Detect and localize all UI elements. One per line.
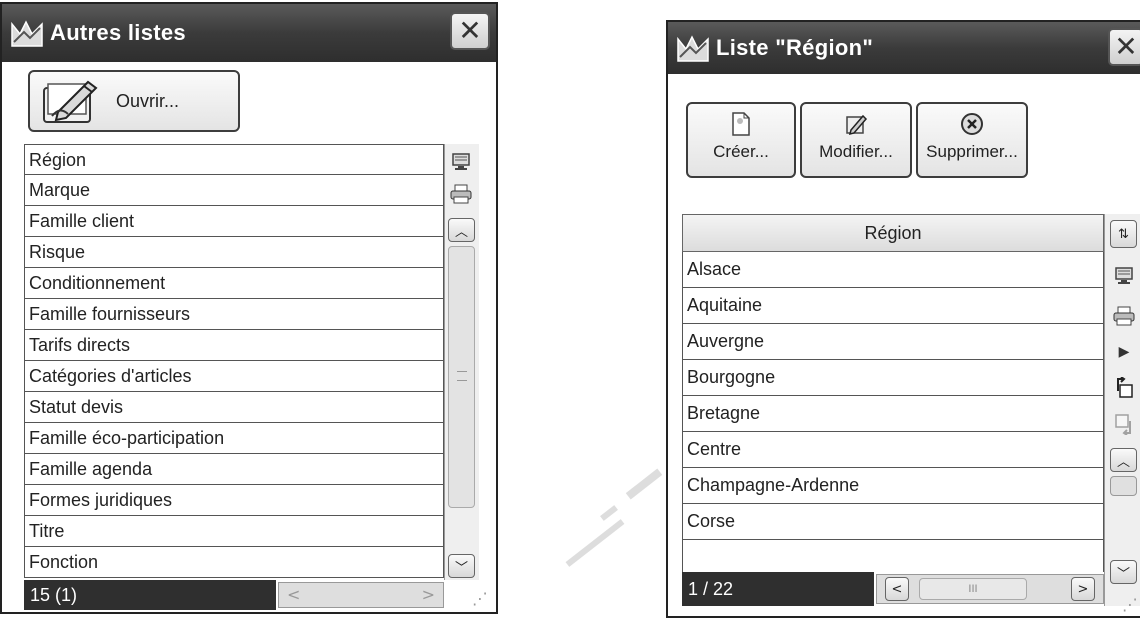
column-header-label: Région: [864, 223, 922, 243]
resize-grip[interactable]: ⋰: [472, 589, 488, 608]
list-item[interactable]: Famille agenda: [24, 454, 444, 485]
chevron-right-icon[interactable]: >: [1071, 577, 1095, 601]
lists-table: Région Marque Famille client Risque Cond…: [24, 144, 444, 578]
list-item[interactable]: Famille client: [24, 206, 444, 237]
scroll-up-button[interactable]: ︿: [448, 218, 475, 242]
sort-columns-icon[interactable]: ⇅: [1110, 220, 1137, 248]
export-icon[interactable]: [1112, 376, 1136, 400]
list-item[interactable]: Marque: [24, 175, 444, 206]
open-button[interactable]: Ouvrir...: [28, 70, 240, 132]
create-button[interactable]: Créer...: [686, 102, 796, 178]
list-item[interactable]: Statut devis: [24, 392, 444, 423]
list-item[interactable]: Conditionnement: [24, 268, 444, 299]
close-icon: ✕: [458, 14, 482, 47]
app-logo-icon: [676, 33, 710, 63]
chevron-up-icon: ︿: [454, 224, 468, 240]
chevron-down-icon: ﹀: [454, 560, 468, 576]
printer-icon[interactable]: [449, 182, 473, 206]
list-item[interactable]: Famille éco-participation: [24, 423, 444, 454]
close-icon: ✕: [1114, 30, 1138, 63]
title-bar[interactable]: Autres listes ✕: [2, 4, 496, 62]
resize-grip[interactable]: ⋰: [1122, 595, 1138, 614]
list-item[interactable]: Fonction: [24, 547, 444, 578]
title-bar[interactable]: Liste "Région" ✕: [668, 22, 1140, 74]
scroll-track[interactable]: [448, 246, 475, 508]
close-button[interactable]: ✕: [450, 12, 490, 50]
watermark-stroke: [565, 519, 625, 567]
list-item[interactable]: Région: [24, 144, 444, 175]
scroll-thumb[interactable]: III: [919, 578, 1027, 600]
table-row[interactable]: Bourgogne: [682, 360, 1104, 396]
scroll-down-button[interactable]: ﹀: [448, 554, 475, 578]
delete-circle-icon: [960, 112, 984, 136]
table-row[interactable]: Centre: [682, 432, 1104, 468]
horizontal-scrollbar[interactable]: < III >: [876, 574, 1104, 604]
scroll-grip-label: III: [968, 583, 978, 595]
list-item[interactable]: Risque: [24, 237, 444, 268]
side-toolbar: ︿ ﹀: [444, 144, 479, 580]
table-row[interactable]: Aquitaine: [682, 288, 1104, 324]
liste-region-window: Liste "Région" ✕ Créer... Modifier... Su…: [666, 20, 1140, 618]
scroll-grip-lines: [457, 371, 467, 381]
list-item[interactable]: Famille fournisseurs: [24, 299, 444, 330]
region-table: Alsace Aquitaine Auvergne Bourgogne Bret…: [682, 252, 1104, 572]
list-item[interactable]: Formes juridiques: [24, 485, 444, 516]
horizontal-scrollbar[interactable]: < >: [278, 582, 444, 608]
delete-button[interactable]: Supprimer...: [916, 102, 1028, 178]
app-logo-icon: [10, 18, 44, 48]
modify-button-label: Modifier...: [819, 142, 893, 161]
scroll-thumb[interactable]: [1110, 476, 1137, 496]
create-button-label: Créer...: [713, 142, 769, 161]
chevron-left-icon[interactable]: <: [885, 577, 909, 601]
window-title: Autres listes: [50, 20, 186, 45]
close-button[interactable]: ✕: [1108, 28, 1140, 66]
status-count: 1 / 22: [682, 572, 874, 606]
edit-document-icon: [844, 112, 868, 136]
table-row[interactable]: Auvergne: [682, 324, 1104, 360]
chevron-down-icon: ﹀: [1116, 566, 1130, 582]
new-document-icon: [730, 112, 752, 136]
table-row[interactable]: Bretagne: [682, 396, 1104, 432]
table-row[interactable]: Alsace: [682, 252, 1104, 288]
list-item[interactable]: Tarifs directs: [24, 330, 444, 361]
watermark-stroke: [625, 468, 663, 500]
triangle-right-icon[interactable]: ▶: [1112, 340, 1136, 364]
scroll-down-button[interactable]: ﹀: [1110, 560, 1137, 584]
column-header[interactable]: Région: [682, 214, 1104, 252]
table-row[interactable]: Champagne-Ardenne: [682, 468, 1104, 504]
scroll-up-button[interactable]: ︿: [1110, 448, 1137, 472]
window-title: Liste "Région": [716, 35, 874, 60]
autres-listes-window: Autres listes ✕ Ouvrir... Région Marque …: [0, 2, 498, 614]
modify-button[interactable]: Modifier...: [800, 102, 912, 178]
table-row[interactable]: [682, 540, 1104, 572]
printer-icon[interactable]: [1112, 304, 1136, 328]
list-item[interactable]: Titre: [24, 516, 444, 547]
list-item[interactable]: Catégories d'articles: [24, 361, 444, 392]
watermark-stroke: [600, 505, 618, 521]
status-count: 15 (1): [24, 580, 276, 610]
chevron-left-icon[interactable]: <: [287, 585, 300, 604]
table-row[interactable]: Corse: [682, 504, 1104, 540]
chevron-up-icon: ︿: [1116, 454, 1130, 470]
side-toolbar: ⇅ ▶ ︿ ﹀: [1104, 214, 1140, 606]
delete-button-label: Supprimer...: [926, 142, 1018, 161]
monitor-icon[interactable]: [1112, 264, 1136, 288]
chevron-right-icon[interactable]: >: [422, 585, 435, 604]
monitor-icon[interactable]: [449, 150, 473, 174]
import-icon[interactable]: [1112, 412, 1136, 436]
edit-open-icon: [38, 76, 104, 126]
open-button-label: Ouvrir...: [116, 90, 180, 111]
